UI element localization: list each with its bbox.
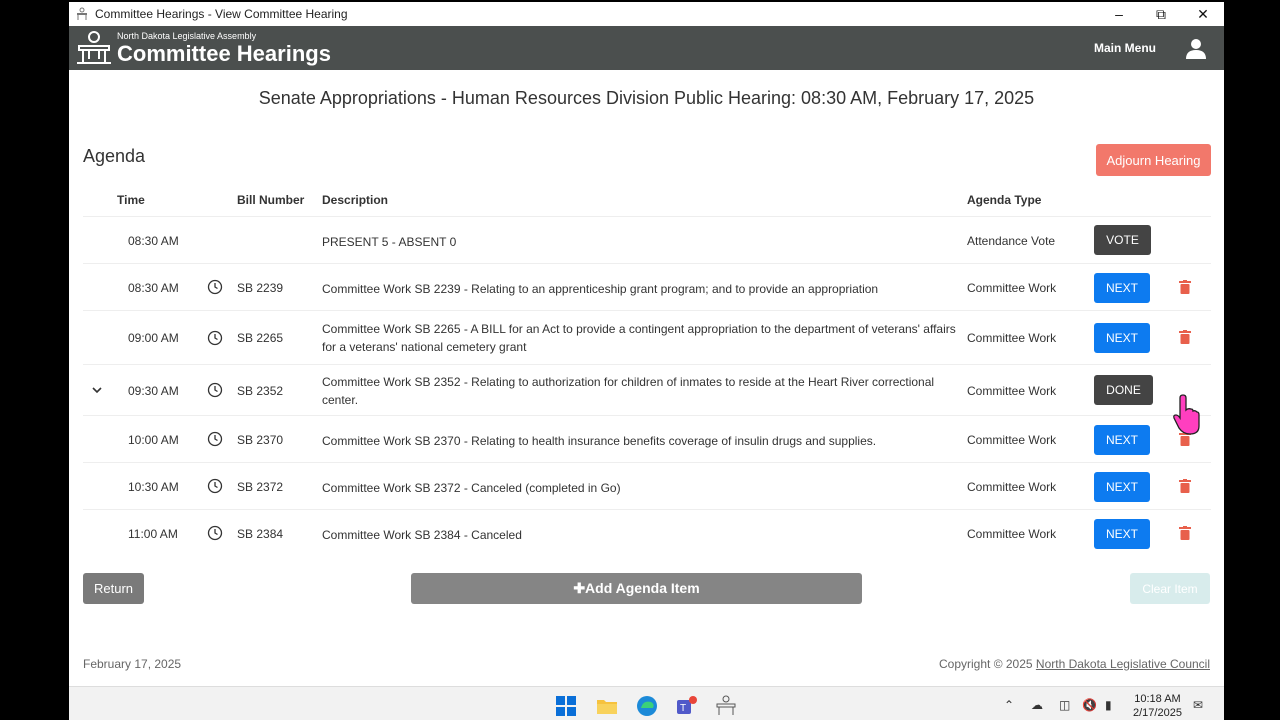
brand-subtitle: North Dakota Legislative Assembly <box>117 30 257 41</box>
trash-icon[interactable] <box>1179 280 1191 294</box>
taskbar-date: 2/17/2025 <box>1133 707 1182 719</box>
row-bill-number: SB 2265 <box>237 331 284 345</box>
next-button[interactable]: NEXT <box>1094 519 1150 549</box>
row-agenda-type: Committee Work <box>967 433 1057 447</box>
next-button[interactable]: NEXT <box>1094 425 1150 455</box>
agenda-heading: Agenda <box>83 146 146 166</box>
clock-icon[interactable] <box>207 279 223 295</box>
chevron-down-icon[interactable] <box>92 385 102 395</box>
row-description: Committee Work SB 2352 - Relating to aut… <box>322 375 935 407</box>
app-header: North Dakota Legislative Assembly Commit… <box>69 26 1224 70</box>
row-agenda-type: Committee Work <box>967 384 1057 398</box>
next-button[interactable]: NEXT <box>1094 323 1150 353</box>
taskbar-clock[interactable]: 10:18 AM 2/17/2025 <box>1133 692 1182 720</box>
table-row: 11:00 AM SB 2384 Committee Work SB 2384 … <box>83 509 1211 556</box>
app-window: Committee Hearings - View Committee Hear… <box>69 2 1224 720</box>
taskbar-time: 10:18 AM <box>1134 693 1181 705</box>
footer-date: February 17, 2025 <box>83 657 182 671</box>
council-link[interactable]: North Dakota Legislative Council <box>1036 657 1210 671</box>
hand-cursor-icon <box>1173 394 1200 435</box>
minimize-icon[interactable]: – <box>1098 6 1140 23</box>
table-row: 08:30 AM SB 2239 Committee Work SB 2239 … <box>83 263 1211 310</box>
row-agenda-type: Committee Work <box>967 480 1057 494</box>
row-agenda-type: Attendance Vote <box>967 234 1056 248</box>
file-explorer-icon[interactable] <box>596 695 618 717</box>
network-icon[interactable]: ◫ <box>1059 698 1070 712</box>
restore-icon[interactable]: ⧉ <box>1140 6 1182 23</box>
column-header-time: Time <box>117 193 145 207</box>
edge-browser-icon[interactable] <box>636 695 658 717</box>
row-agenda-type: Committee Work <box>967 331 1057 345</box>
add-agenda-item-button[interactable]: ✚Add Agenda Item <box>411 573 862 604</box>
clear-item-button[interactable]: Clear Item <box>1130 573 1210 604</box>
copyright-text: Copyright © 2025 <box>939 657 1036 671</box>
table-row: 09:30 AM SB 2352 Committee Work SB 2352 … <box>83 364 1211 415</box>
row-bill-number: SB 2239 <box>237 281 284 295</box>
hearing-title: Senate Appropriations - Human Resources … <box>258 88 1035 108</box>
close-icon[interactable]: ✕ <box>1182 6 1224 23</box>
vote-button[interactable]: VOTE <box>1094 225 1151 255</box>
battery-icon[interactable]: ▮ <box>1105 698 1112 712</box>
svg-text:T: T <box>680 703 686 714</box>
table-row: 09:00 AM SB 2265 Committee Work SB 2265 … <box>83 310 1211 364</box>
trash-icon[interactable] <box>1179 330 1191 344</box>
adjourn-hearing-button[interactable]: Adjourn Hearing <box>1096 144 1211 176</box>
chevron-up-icon[interactable]: ⌃ <box>1004 698 1014 712</box>
column-header-description: Description <box>322 193 389 207</box>
clock-icon[interactable] <box>207 431 223 447</box>
row-description: Committee Work SB 2384 - Canceled <box>322 528 522 542</box>
row-bill-number: SB 2370 <box>237 433 284 447</box>
done-button[interactable]: DONE <box>1094 375 1153 405</box>
volume-icon[interactable]: 🔇 <box>1082 698 1097 712</box>
next-button[interactable]: NEXT <box>1094 472 1150 502</box>
committee-hearings-app-icon[interactable] <box>715 695 737 717</box>
table-row: 10:00 AM SB 2370 Committee Work SB 2370 … <box>83 415 1211 462</box>
committee-logo-icon <box>77 31 111 64</box>
app-icon <box>77 7 87 20</box>
clock-icon[interactable] <box>207 525 223 541</box>
cloud-icon[interactable]: ☁ <box>1031 698 1043 712</box>
row-bill-number: SB 2384 <box>237 527 284 541</box>
table-row: 10:30 AM SB 2372 Committee Work SB 2372 … <box>83 462 1211 509</box>
row-description: PRESENT 5 - ABSENT 0 <box>322 235 457 249</box>
row-bill-number: SB 2372 <box>237 480 284 494</box>
row-agenda-type: Committee Work <box>967 527 1057 541</box>
table-row: 08:30 AM PRESENT 5 - ABSENT 0 Attendance… <box>83 216 1211 263</box>
row-agenda-type: Committee Work <box>967 281 1057 295</box>
window-title: Committee Hearings - View Committee Hear… <box>95 7 348 21</box>
trash-icon[interactable] <box>1179 526 1191 540</box>
row-description: Committee Work SB 2239 - Relating to an … <box>322 282 879 296</box>
row-description: Committee Work SB 2265 - A BILL for an A… <box>322 322 956 354</box>
row-description: Committee Work SB 2370 - Relating to hea… <box>322 434 877 448</box>
clock-icon[interactable] <box>207 330 223 346</box>
user-icon[interactable] <box>1185 37 1207 59</box>
app-title: Committee Hearings <box>117 40 331 66</box>
windows-start-icon[interactable] <box>555 695 577 717</box>
trash-icon[interactable] <box>1179 479 1191 493</box>
row-time: 08:30 AM <box>128 234 179 248</box>
column-header-bill: Bill Number <box>237 193 305 207</box>
clock-icon[interactable] <box>207 382 223 398</box>
column-header-agenda-type: Agenda Type <box>967 193 1042 207</box>
taskbar: T ⌃ ☁ ◫ 🔇 ▮ 10:18 AM 2/17/2025 ✉ <box>69 686 1224 720</box>
row-description: Committee Work SB 2372 - Canceled (compl… <box>322 481 621 495</box>
clock-icon[interactable] <box>207 478 223 494</box>
return-button[interactable]: Return <box>83 573 144 604</box>
title-bar: Committee Hearings - View Committee Hear… <box>69 2 1224 26</box>
footer-copyright: Copyright © 2025 North Dakota Legislativ… <box>939 657 1210 671</box>
next-button[interactable]: NEXT <box>1094 273 1150 303</box>
notification-icon[interactable]: ✉ <box>1193 698 1203 712</box>
row-bill-number: SB 2352 <box>237 384 284 398</box>
main-menu-link[interactable]: Main Menu <box>1094 41 1156 55</box>
teams-icon[interactable]: T <box>675 695 697 717</box>
